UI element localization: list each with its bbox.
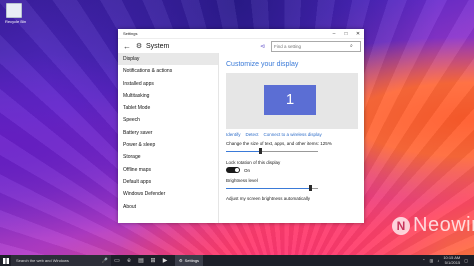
content-heading: Customize your display [226, 61, 299, 68]
lock-rotation-row: On [226, 167, 360, 173]
search-box[interactable]: ⌕ [271, 40, 361, 52]
action-center-icon[interactable]: ▢ [464, 258, 468, 263]
sidebar-item-display[interactable]: Display [118, 53, 218, 66]
sidebar-item-battery-saver[interactable]: Battery saver [118, 127, 218, 139]
scale-slider-thumb[interactable] [259, 148, 263, 154]
search-input[interactable] [272, 43, 350, 49]
toggle-knob [235, 168, 239, 172]
media-icon[interactable]: ▶ [159, 257, 171, 264]
network-icon[interactable]: ▥ [430, 258, 434, 263]
windows-logo-icon [2, 257, 9, 264]
task-view-icon[interactable]: ▭ [111, 257, 123, 264]
scale-slider[interactable] [226, 148, 318, 154]
sidebar-item-offline-maps[interactable]: Offline maps [118, 164, 218, 176]
window-title: Settings [123, 31, 138, 36]
taskbar: Search the web and Windows 🎤 ▭ e ▤ ⊞ ▶ ⚙… [0, 254, 474, 266]
settings-window: Settings – □ ✕ ← ⚙ System ⊲ ⌕ Display No… [118, 29, 364, 223]
brightness-slider-thumb[interactable] [309, 185, 313, 191]
auto-brightness-label: Adjust my screen brightness automaticall… [226, 196, 311, 201]
settings-gear-icon: ⚙ [179, 257, 183, 263]
start-button[interactable] [0, 255, 11, 266]
maximize-button[interactable]: □ [340, 31, 352, 37]
watermark-text: Neowin [413, 214, 474, 236]
microphone-icon[interactable]: 🎤 [102, 258, 108, 264]
title-bar: Settings – □ ✕ [118, 29, 364, 39]
sidebar-item-default-apps[interactable]: Default apps [118, 176, 218, 188]
sidebar-item-tablet-mode[interactable]: Tablet Mode [118, 102, 218, 114]
sidebar-item-notifications[interactable]: Notifications & actions [118, 65, 218, 77]
lock-rotation-toggle[interactable] [226, 167, 240, 173]
neowin-logo-icon: N [392, 216, 410, 235]
sidebar-item-windows-defender[interactable]: Windows Defender [118, 188, 218, 200]
recycle-bin-label: Recycle Bin [5, 19, 27, 24]
store-icon[interactable]: ⊞ [147, 257, 159, 264]
identify-link[interactable]: Identify [226, 132, 241, 137]
sidebar-divider [218, 53, 219, 223]
minimize-button[interactable]: – [328, 31, 340, 37]
brightness-label: Brightness level [226, 178, 258, 183]
clock[interactable]: 10:15 AM 5/1/2015 [443, 255, 461, 265]
taskbar-app-settings[interactable]: ⚙ Settings [175, 254, 204, 266]
taskbar-search[interactable]: Search the web and Windows 🎤 [11, 255, 111, 266]
display-links: Identify Detect Connect to a wireless di… [226, 132, 360, 137]
monitor-tile[interactable]: 1 [264, 85, 316, 115]
file-explorer-icon[interactable]: ▤ [135, 257, 147, 264]
gear-icon: ⚙ [135, 43, 143, 50]
volume-icon[interactable]: ♪ [437, 258, 439, 263]
scale-label: Change the size of text, apps, and other… [226, 141, 332, 146]
watermark: N Neowin [392, 214, 474, 237]
wireless-display-link[interactable]: Connect to a wireless display [264, 132, 322, 137]
settings-body: Display Notifications & actions Installe… [118, 53, 364, 223]
detect-link[interactable]: Detect [246, 132, 259, 137]
back-arrow-icon[interactable]: ← [120, 42, 134, 51]
clock-date: 5/1/2015 [444, 259, 461, 265]
show-hidden-icons-icon[interactable]: ⌃ [422, 258, 425, 263]
sidebar: Display Notifications & actions Installe… [118, 53, 218, 223]
sidebar-item-power-sleep[interactable]: Power & sleep [118, 139, 218, 151]
display-content: Customize your display 1 Identify Detect… [226, 53, 360, 223]
close-button[interactable]: ✕ [352, 31, 364, 37]
taskbar-app-label: Settings [184, 257, 200, 263]
settings-header: ← ⚙ System ⊲ ⌕ [118, 39, 364, 53]
system-tray: ⌃ ▥ ♪ 10:15 AM 5/1/2015 ▢ [422, 255, 474, 265]
scale-slider-fill [226, 150, 261, 152]
search-icon[interactable]: ⌕ [350, 43, 353, 49]
pin-icon[interactable]: ⊲ [260, 43, 265, 50]
taskbar-search-placeholder: Search the web and Windows [16, 258, 69, 263]
browser-icon[interactable]: e [123, 258, 135, 264]
sidebar-item-multitasking[interactable]: Multitasking [118, 90, 218, 102]
desktop: Recycle Bin N Neowin Settings – □ ✕ ← ⚙ … [0, 0, 474, 266]
brightness-slider-fill [226, 187, 311, 189]
sidebar-item-speech[interactable]: Speech [118, 114, 218, 126]
recycle-bin-shortcut[interactable]: Recycle Bin [5, 3, 27, 24]
display-preview: 1 [226, 73, 358, 129]
sidebar-item-storage[interactable]: Storage [118, 151, 218, 163]
sidebar-item-installed-apps[interactable]: Installed apps [118, 78, 218, 90]
sidebar-item-about[interactable]: About [118, 201, 218, 213]
toggle-state-label: On [244, 167, 251, 173]
lock-rotation-label: Lock rotation of this display [226, 160, 281, 165]
recycle-bin-icon [6, 3, 22, 18]
page-title: System [146, 42, 170, 50]
brightness-slider[interactable] [226, 185, 318, 191]
